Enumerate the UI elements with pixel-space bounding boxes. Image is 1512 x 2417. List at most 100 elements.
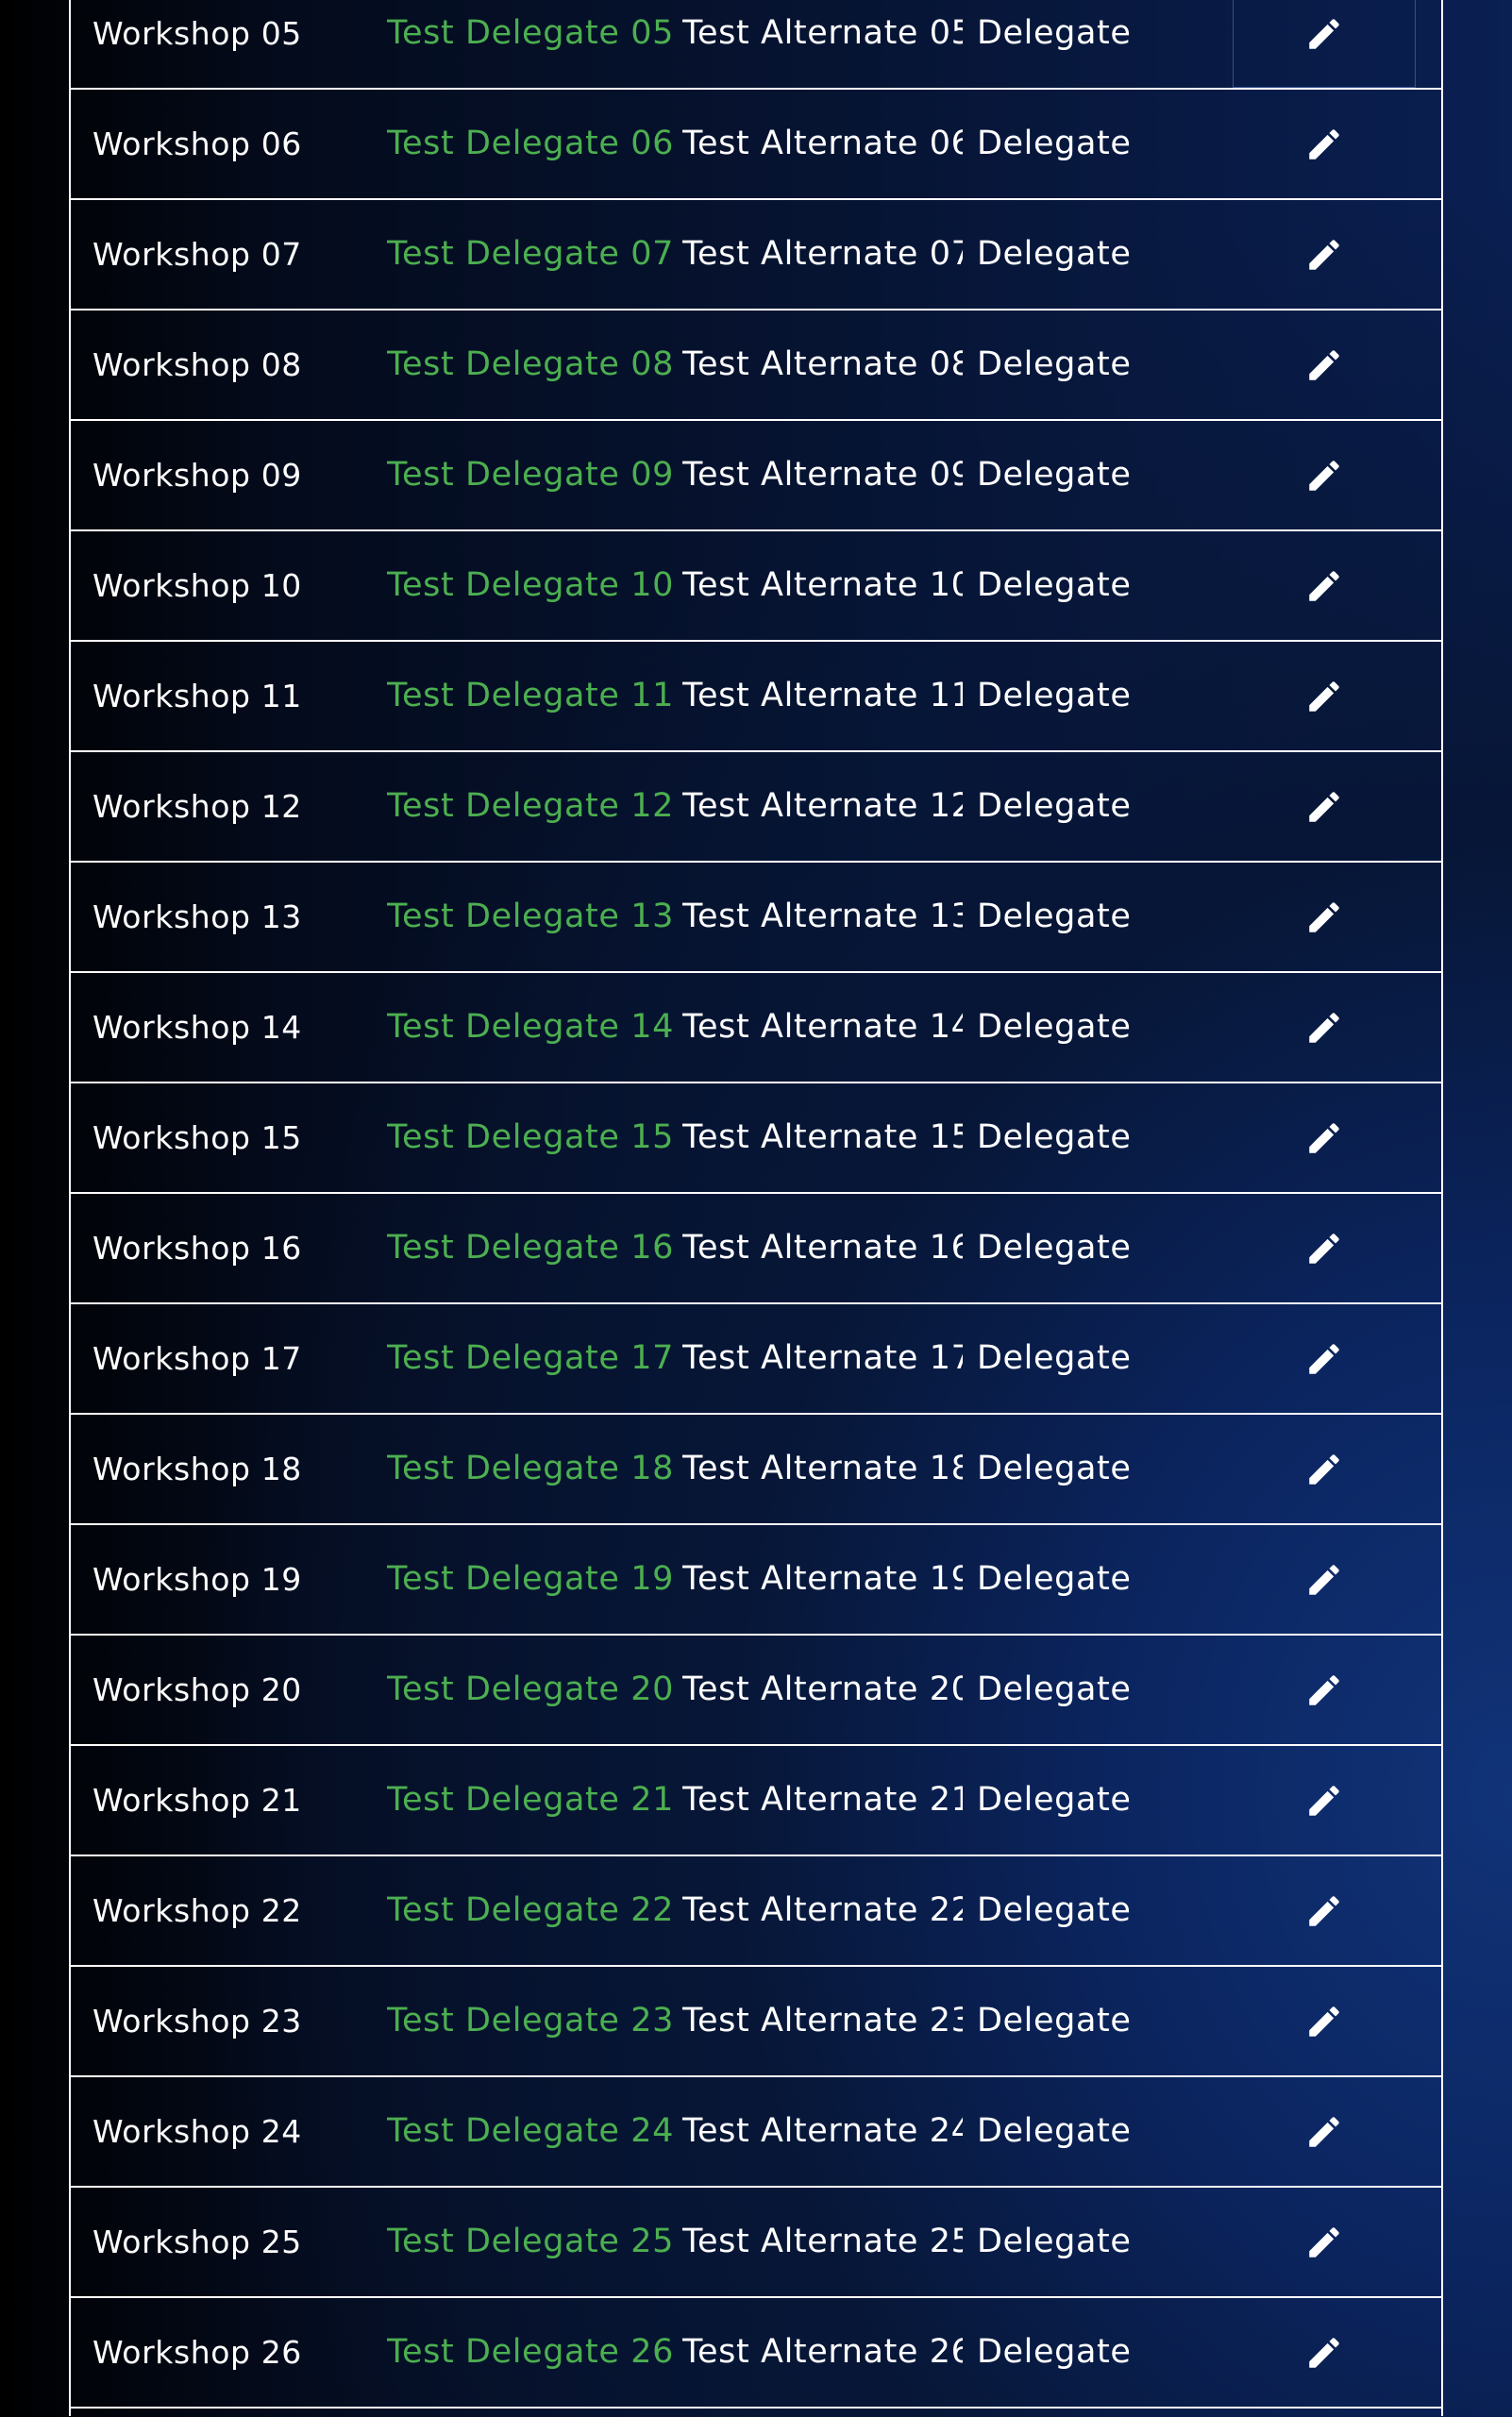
- alternate-name-cell: Test Alternate 22: [682, 1891, 963, 1929]
- alternate-name-cell: Test Alternate 24: [682, 2112, 963, 2150]
- edit-button[interactable]: [1233, 531, 1416, 640]
- edit-button[interactable]: [1233, 2077, 1416, 2186]
- pencil-icon: [1309, 1674, 1339, 1705]
- role-cell: Delegate: [977, 345, 1132, 383]
- alternate-name-cell: Test Alternate 13: [682, 898, 963, 935]
- workshop-name-cell: Workshop 20: [92, 1671, 302, 1708]
- workshop-name-cell: Workshop 26: [92, 2334, 302, 2371]
- edit-button[interactable]: [1233, 1967, 1416, 2075]
- edit-button[interactable]: [1233, 311, 1416, 419]
- edit-button[interactable]: [1233, 421, 1416, 529]
- table-row: Workshop 21 Test Delegate 21 Test Altern…: [69, 1744, 1443, 1855]
- table-row: Workshop 22 Test Delegate 22 Test Altern…: [69, 1855, 1443, 1965]
- table-row: Workshop 10 Test Delegate 10 Test Altern…: [69, 529, 1443, 640]
- role-cell: Delegate: [977, 2002, 1132, 2039]
- edit-button[interactable]: [1233, 1525, 1416, 1634]
- alternate-name-cell: Test Alternate 12: [682, 787, 963, 825]
- table-row: Workshop 18 Test Delegate 18 Test Altern…: [69, 1413, 1443, 1523]
- edit-button[interactable]: [1233, 90, 1416, 198]
- workshop-name-cell: Workshop 06: [92, 126, 302, 162]
- pencil-icon: [1309, 570, 1339, 601]
- pencil-icon: [1309, 1564, 1339, 1595]
- edit-button[interactable]: [1233, 1856, 1416, 1965]
- pencil-icon: [1309, 2337, 1339, 2368]
- workshop-name-cell: Workshop 09: [92, 457, 302, 494]
- pencil-icon: [1309, 1343, 1339, 1374]
- pencil-icon: [1309, 1122, 1339, 1153]
- edit-button[interactable]: [1233, 1083, 1416, 1192]
- alternate-name-cell: Test Alternate 17: [682, 1339, 963, 1377]
- role-cell: Delegate: [977, 1781, 1132, 1819]
- pencil-icon: [1309, 1785, 1339, 1816]
- pencil-icon: [1309, 2006, 1339, 2037]
- alternate-name-cell: Test Alternate 11: [682, 677, 963, 714]
- table-row: Workshop 11 Test Delegate 11 Test Altern…: [69, 640, 1443, 750]
- edit-button[interactable]: [1233, 863, 1416, 971]
- pencil-icon: [1309, 349, 1339, 380]
- pencil-icon: [1309, 1453, 1339, 1485]
- table-row: Workshop 16 Test Delegate 16 Test Altern…: [69, 1192, 1443, 1302]
- workshop-name-cell: Workshop 21: [92, 1782, 302, 1819]
- table-row: Workshop 20 Test Delegate 20 Test Altern…: [69, 1634, 1443, 1744]
- alternate-name-cell: Test Alternate 15: [682, 1118, 963, 1156]
- table-row: Workshop 23 Test Delegate 23 Test Altern…: [69, 1965, 1443, 2075]
- role-cell: Delegate: [977, 125, 1132, 162]
- edit-button[interactable]: [1233, 1636, 1416, 1744]
- table-row: Workshop 09 Test Delegate 09 Test Altern…: [69, 419, 1443, 529]
- edit-button[interactable]: [1233, 1304, 1416, 1413]
- role-cell: Delegate: [977, 1560, 1132, 1598]
- pencil-icon: [1309, 460, 1339, 491]
- role-cell: Delegate: [977, 1891, 1132, 1929]
- edit-button[interactable]: [1233, 2188, 1416, 2296]
- workshop-name-cell: Workshop 22: [92, 1892, 302, 1929]
- table-row: Workshop 26 Test Delegate 26 Test Altern…: [69, 2296, 1443, 2407]
- edit-button[interactable]: [1233, 1415, 1416, 1523]
- alternate-name-cell: Test Alternate 07: [682, 235, 963, 273]
- alternate-name-cell: Test Alternate 16: [682, 1229, 963, 1267]
- edit-button[interactable]: [1233, 1746, 1416, 1855]
- role-cell: Delegate: [977, 1229, 1132, 1267]
- pencil-icon: [1309, 1012, 1339, 1043]
- pencil-icon: [1309, 18, 1339, 49]
- table-row: Workshop 05 Test Delegate 05 Test Altern…: [69, 0, 1443, 88]
- role-cell: Delegate: [977, 1450, 1132, 1487]
- alternate-name-cell: Test Alternate 23: [682, 2002, 963, 2039]
- workshop-name-cell: Workshop 23: [92, 2003, 302, 2039]
- alternate-name-cell: Test Alternate 08: [682, 345, 963, 383]
- table-row: Workshop 15 Test Delegate 15 Test Altern…: [69, 1082, 1443, 1192]
- role-cell: Delegate: [977, 456, 1132, 494]
- role-cell: Delegate: [977, 1339, 1132, 1377]
- edit-button[interactable]: [1233, 200, 1416, 309]
- workshop-name-cell: Workshop 10: [92, 567, 302, 604]
- role-cell: Delegate: [977, 1670, 1132, 1708]
- workshop-name-cell: Workshop 19: [92, 1561, 302, 1598]
- edit-button[interactable]: [1233, 752, 1416, 861]
- workshop-name-cell: Workshop 08: [92, 346, 302, 383]
- workshop-name-cell: Workshop 15: [92, 1119, 302, 1156]
- workshop-name-cell: Workshop 12: [92, 788, 302, 825]
- workshop-name-cell: Workshop 13: [92, 898, 302, 935]
- table-row: Workshop 14 Test Delegate 14 Test Altern…: [69, 971, 1443, 1082]
- role-cell: Delegate: [977, 787, 1132, 825]
- role-cell: Delegate: [977, 566, 1132, 604]
- edit-button[interactable]: [1233, 0, 1416, 88]
- workshop-name-cell: Workshop 17: [92, 1340, 302, 1377]
- table-row: Workshop 25 Test Delegate 25 Test Altern…: [69, 2186, 1443, 2296]
- edit-button[interactable]: [1233, 973, 1416, 1082]
- table-row: Workshop 19 Test Delegate 19 Test Altern…: [69, 1523, 1443, 1634]
- table-row: Workshop 06 Test Delegate 06 Test Altern…: [69, 88, 1443, 198]
- pencil-icon: [1309, 239, 1339, 270]
- alternate-name-cell: Test Alternate 06: [682, 125, 963, 162]
- role-cell: Delegate: [977, 898, 1132, 935]
- table-row: Workshop 07 Test Delegate 07 Test Altern…: [69, 198, 1443, 309]
- edit-button[interactable]: [1233, 1194, 1416, 1302]
- edit-button[interactable]: [1233, 2298, 1416, 2407]
- workshop-name-cell: Workshop 24: [92, 2113, 302, 2150]
- edit-button[interactable]: [1233, 642, 1416, 750]
- pencil-icon: [1309, 791, 1339, 822]
- pencil-icon: [1309, 1895, 1339, 1926]
- table-row-partial: [69, 2407, 1443, 2416]
- role-cell: Delegate: [977, 2112, 1132, 2150]
- pencil-icon: [1309, 1233, 1339, 1264]
- table-row: Workshop 13 Test Delegate 13 Test Altern…: [69, 861, 1443, 971]
